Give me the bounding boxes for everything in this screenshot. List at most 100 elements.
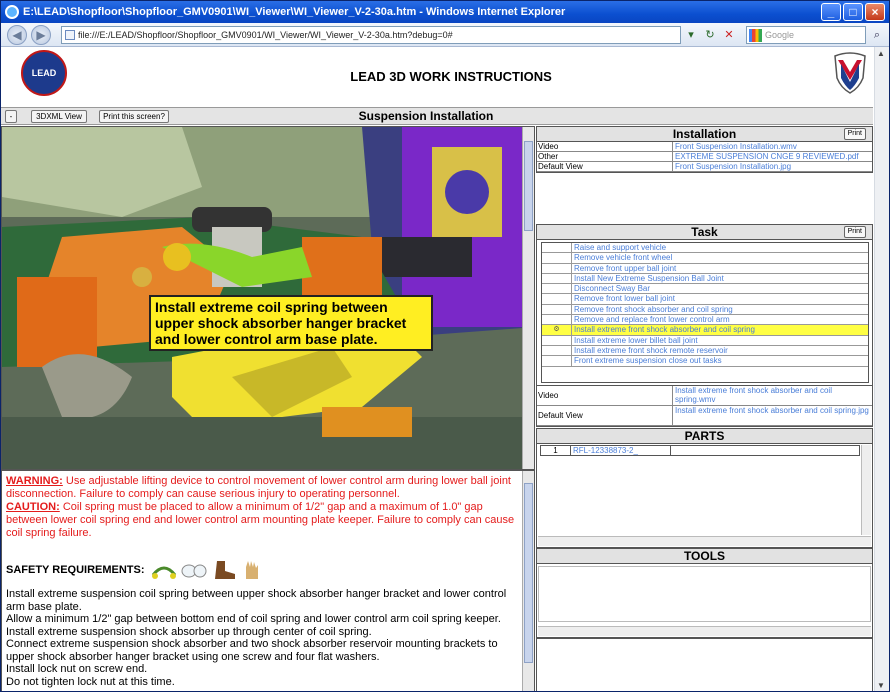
task-icon-cell	[542, 356, 572, 366]
current-step-icon: ⚙	[542, 325, 572, 335]
instruction-text-panel: WARNING: Use adjustable lifting device t…	[1, 470, 535, 691]
minimize-button[interactable]: _	[821, 3, 841, 21]
forward-button[interactable]: ▶	[31, 25, 51, 45]
task-item[interactable]: Remove and replace front lower control a…	[542, 315, 868, 326]
window-title: E:\LEAD\Shopfloor\Shopfloor_GMV0901\WI_V…	[23, 6, 566, 18]
task-icon-cell	[542, 315, 572, 325]
task-media-table: Video Install extreme front shock absorbe…	[536, 386, 873, 427]
instruction-step: Install extreme suspension coil spring b…	[6, 588, 507, 613]
task-item[interactable]: Remove front upper ball joint	[542, 263, 868, 274]
task-label[interactable]: Remove and replace front lower control a…	[572, 315, 868, 324]
task-icon-cell	[542, 284, 572, 294]
task-item[interactable]: Install extreme front shock remote reser…	[542, 345, 868, 357]
address-dropdown-icon[interactable]: ▾	[683, 26, 699, 44]
task-item[interactable]: Install New Extreme Suspension Ball Join…	[542, 273, 868, 285]
page-scrollbar[interactable]: ▲ ▼	[874, 47, 889, 691]
refresh-icon[interactable]: ↻	[702, 26, 718, 44]
part-number-index: 1	[541, 446, 571, 455]
table-row: Video Install extreme front shock absorbe…	[537, 386, 872, 406]
task-icon-cell	[542, 263, 572, 273]
tools-list	[538, 566, 871, 622]
task-item[interactable]: Remove front lower ball joint	[542, 294, 868, 305]
instruction-step: Install extreme suspension shock absorbe…	[6, 625, 372, 638]
search-icon[interactable]: ⌕	[869, 26, 885, 44]
print-screen-button[interactable]: Print this screen?	[99, 110, 169, 123]
task-item[interactable]: Install extreme lower billet ball joint	[542, 335, 868, 346]
instruction-step: Do not tighten lock nut at this time.	[6, 675, 175, 688]
installation-title: Installation	[672, 127, 737, 141]
part-link[interactable]: RFL-12338873-2_	[571, 446, 671, 455]
3dxml-view-button[interactable]: 3DXML View	[31, 110, 87, 123]
warning-label: WARNING:	[6, 475, 63, 487]
instruction-step: Connect extreme suspension shock absorbe…	[6, 638, 498, 663]
task-icon-cell	[542, 273, 572, 284]
media-link[interactable]: EXTREME SUSPENSION CNGE 9 REVIEWED.pdf	[673, 152, 872, 161]
parts-header: PARTS	[536, 428, 873, 444]
task-print-button[interactable]: Print	[843, 226, 866, 238]
media-link[interactable]: Front Suspension Installation.jpg	[673, 162, 872, 171]
table-row: Default View Install extreme front shock …	[537, 406, 872, 426]
collapse-button[interactable]: -	[5, 110, 17, 123]
viewer-scrollbar[interactable]	[522, 127, 534, 469]
page-header: LEAD LEAD 3D WORK INSTRUCTIONS	[1, 47, 873, 107]
section-toolbar: - 3DXML View Print this screen? Suspensi…	[1, 107, 873, 125]
installation-print-button[interactable]: Print	[843, 128, 866, 140]
parts-hscrollbar[interactable]	[538, 536, 871, 546]
task-label[interactable]: Remove front shock absorber and coil spr…	[572, 305, 868, 314]
address-input[interactable]: file:///E:/LEAD/Shopfloor/Shopfloor_GMV0…	[61, 26, 681, 44]
maximize-button[interactable]: □	[843, 3, 863, 21]
media-link[interactable]: Install extreme front shock absorber and…	[673, 386, 872, 405]
task-item[interactable]: Remove vehicle front wheel	[542, 253, 868, 264]
right-panel: Installation Print Video Front Suspension…	[536, 126, 873, 691]
media-link[interactable]: Install extreme front shock absorber and…	[673, 406, 872, 425]
search-input[interactable]: Google	[746, 26, 866, 44]
parts-panel: 1 RFL-12338873-2_	[536, 444, 873, 548]
parts-vscrollbar[interactable]	[861, 445, 871, 535]
task-title: Task	[691, 225, 718, 239]
stop-icon[interactable]: ✕	[721, 26, 737, 44]
safety-requirements: SAFETY REQUIREMENTS:	[6, 559, 263, 581]
text-scrollbar[interactable]	[522, 471, 534, 691]
task-item[interactable]: ⚙ Install extreme front shock absorber an…	[542, 325, 868, 336]
task-item[interactable]: Remove front shock absorber and coil spr…	[542, 304, 868, 316]
close-button[interactable]: ×	[865, 3, 885, 21]
task-label[interactable]: Install extreme lower billet ball joint	[572, 336, 868, 345]
lead-logo: LEAD	[21, 50, 67, 96]
ear-protection-icon	[151, 566, 176, 579]
table-row: Other EXTREME SUSPENSION CNGE 9 REVIEWED.…	[537, 152, 872, 162]
tools-panel	[536, 564, 873, 638]
task-label[interactable]: Install extreme front shock absorber and…	[572, 325, 868, 334]
task-icon-cell	[542, 294, 572, 304]
page-icon	[65, 30, 75, 40]
task-item[interactable]: Raise and support vehicle	[542, 243, 868, 254]
task-label[interactable]: Remove front lower ball joint	[572, 294, 868, 303]
task-label[interactable]: Install extreme front shock remote reser…	[572, 346, 868, 355]
empty-panel	[536, 638, 873, 691]
installation-header: Installation Print	[536, 126, 873, 142]
task-label[interactable]: Raise and support vehicle	[572, 243, 868, 252]
task-label[interactable]: Remove vehicle front wheel	[572, 253, 868, 262]
task-item[interactable]: Front extreme suspension close out tasks	[542, 356, 868, 367]
task-label[interactable]: Disconnect Sway Bar	[572, 284, 868, 293]
task-item[interactable]: Disconnect Sway Bar	[542, 284, 868, 295]
task-icon-cell	[542, 243, 572, 253]
table-row: 1 RFL-12338873-2_	[540, 445, 860, 456]
task-icon-cell	[542, 345, 572, 356]
instruction-step: Install lock nut on screw end.	[6, 663, 148, 675]
installation-table: Video Front Suspension Installation.wmv O…	[536, 142, 873, 173]
media-link[interactable]: Front Suspension Installation.wmv	[673, 142, 872, 151]
search-placeholder: Google	[765, 30, 795, 40]
scroll-down-icon[interactable]: ▼	[877, 681, 885, 690]
task-icon-cell	[542, 253, 572, 263]
tools-hscrollbar[interactable]	[538, 626, 871, 636]
address-toolbar: ◀ ▶ file:///E:/LEAD/Shopfloor/Shopfloor_…	[1, 23, 889, 47]
task-label[interactable]: Install New Extreme Suspension Ball Join…	[572, 274, 868, 283]
safety-glasses-icon	[181, 564, 207, 578]
task-icon-cell	[542, 304, 572, 315]
back-button[interactable]: ◀	[7, 25, 27, 45]
tools-title: TOOLS	[683, 549, 726, 563]
task-label[interactable]: Front extreme suspension close out tasks	[572, 356, 868, 365]
task-label[interactable]: Remove front upper ball joint	[572, 264, 868, 273]
3d-viewer[interactable]: Install extreme coil spring between uppe…	[1, 126, 535, 470]
scroll-up-icon[interactable]: ▲	[877, 49, 885, 58]
